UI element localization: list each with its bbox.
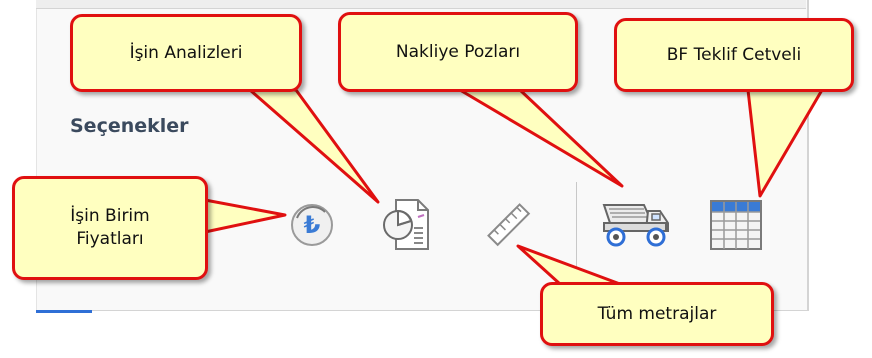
toolbar-divider (576, 182, 577, 268)
table-icon (710, 200, 762, 250)
dump-truck-icon (602, 204, 669, 247)
callout-teklif: BF Teklif Cetveli (614, 18, 854, 92)
ruler-icon (487, 203, 531, 247)
nakliye-button[interactable] (600, 197, 674, 249)
teklif-cetveli-button[interactable] (708, 198, 764, 252)
callout-nakliye: Nakliye Pozları (338, 12, 578, 92)
callout-nakliye-text: Nakliye Pozları (395, 41, 521, 62)
callout-metrajlar: Tüm metrajlar (540, 282, 774, 346)
bottom-accent (36, 310, 92, 313)
callout-birim-fiyatlari-line1: İşin Birim (70, 206, 150, 227)
panel-top-strip (36, 0, 806, 9)
callout-birim-fiyatlari-line2: Fiyatları (76, 229, 144, 249)
panel-title: Seçenekler (70, 115, 189, 137)
callout-teklif-text: BF Teklif Cetveli (666, 44, 802, 65)
analizleri-button[interactable] (378, 195, 436, 255)
callout-metrajlar-text: Tüm metrajlar (597, 303, 717, 324)
analysis-icon (383, 199, 429, 250)
currency-icon: ₺ (291, 204, 333, 246)
callout-birim-fiyatlari: İşin Birim Fiyatları (12, 176, 208, 280)
svg-text:₺: ₺ (304, 211, 321, 239)
birim-fiyatlari-button[interactable]: ₺ (285, 198, 339, 252)
callout-analizleri: İşin Analizleri (70, 14, 302, 92)
pin-icon[interactable] (778, 118, 798, 140)
metrajlar-button[interactable] (483, 200, 535, 250)
callout-analizleri-text: İşin Analizleri (129, 42, 243, 63)
